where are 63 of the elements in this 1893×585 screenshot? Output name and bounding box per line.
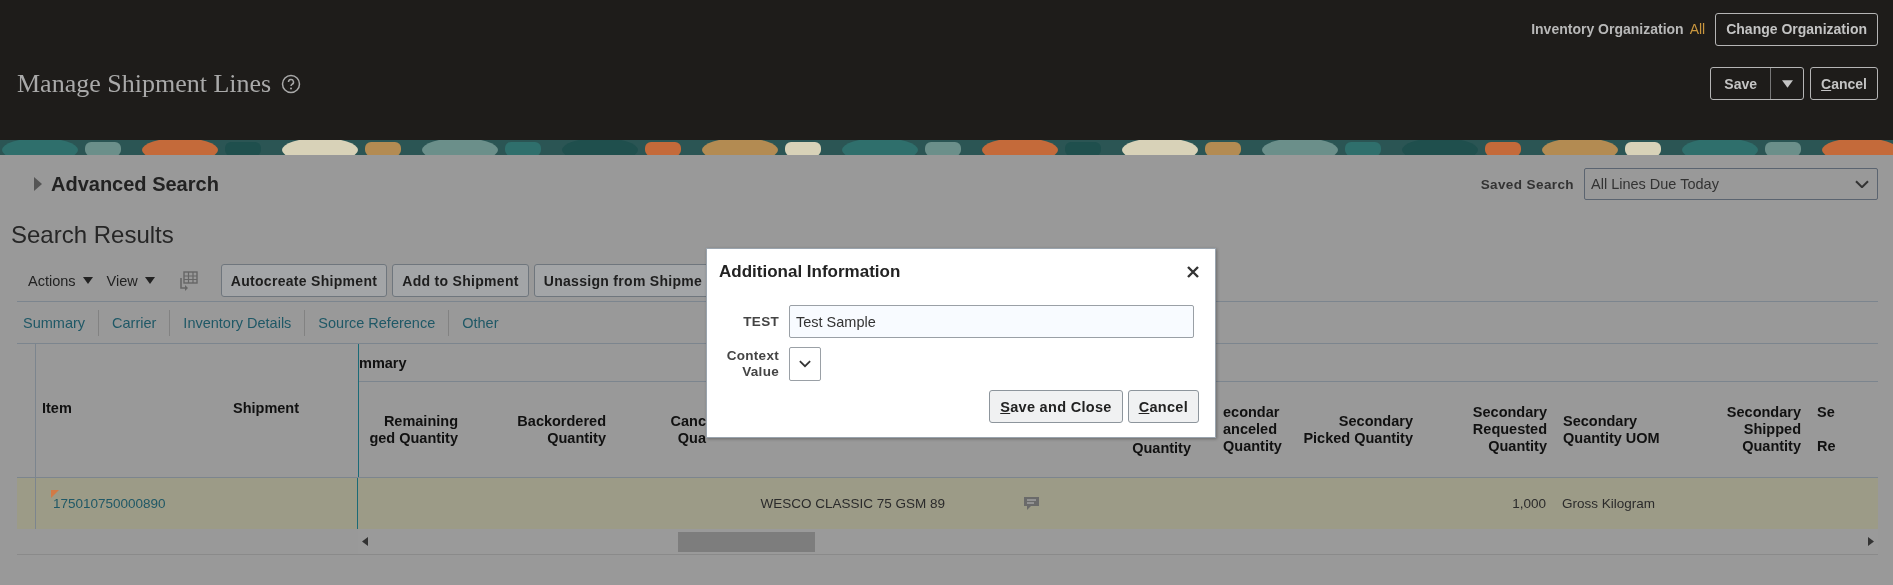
organization-label: Inventory Organization	[1531, 21, 1684, 37]
save-button[interactable]: Save	[1711, 68, 1772, 99]
cancel-button[interactable]: Cancel	[1810, 67, 1878, 100]
menu-button[interactable]: Actions	[28, 272, 93, 289]
table-cell: Gross Kilogram	[1562, 496, 1656, 511]
menu-button[interactable]: View	[106, 272, 155, 289]
disclosure-icon	[33, 176, 43, 192]
table-row[interactable]: 175010750000890 WESCO CLASSIC 75 GSM 89 1,000 Gross Kilogram	[17, 477, 1878, 529]
help-icon[interactable]	[281, 73, 302, 94]
chevron-down-icon	[799, 360, 811, 368]
column-header: Backordered	[517, 412, 606, 430]
field-label: Context Value	[725, 348, 779, 380]
column-header: Se	[1817, 404, 1835, 421]
toolbar-button[interactable]: Autocreate Shipment	[220, 264, 388, 297]
dialog-button[interactable]: Cancel	[1127, 390, 1199, 423]
chevron-down-icon	[1855, 179, 1869, 189]
field-label: TEST	[742, 313, 779, 330]
column-header: Re	[1817, 438, 1836, 455]
caret-icon	[144, 277, 155, 284]
column-header: Secondary	[1726, 404, 1801, 421]
toolbar-button[interactable]: Add to Shipment	[392, 264, 529, 297]
column-header: Canc	[670, 412, 706, 430]
column-header: Remaining	[383, 412, 458, 430]
caret-icon	[1781, 79, 1793, 88]
column-header: econdar	[1223, 404, 1280, 421]
column-header: Quantity	[1132, 440, 1191, 457]
column-header: Picked Quantity	[1303, 429, 1413, 447]
column-header: Requested	[1472, 421, 1547, 438]
change-organization-button[interactable]: Change Organization	[1715, 12, 1878, 46]
advanced-search-toggle[interactable]: Advanced Search	[33, 172, 219, 196]
scroll-left-icon[interactable]	[362, 537, 368, 546]
column-header: Quantity	[1742, 438, 1801, 455]
page-title: Manage Shipment Lines	[17, 68, 272, 99]
dialog-title: Additional Information	[719, 262, 901, 282]
column-header: Quantity	[547, 429, 606, 447]
column-header: Secondary	[1472, 404, 1547, 421]
column-group-header: mmary	[359, 354, 407, 371]
section-title: Search Results	[11, 221, 175, 250]
saved-search-select[interactable]: All Lines Due Today	[1584, 168, 1878, 200]
input-field[interactable]: Test Sample	[789, 305, 1194, 338]
column-header: ged Quantity	[369, 429, 458, 447]
column-header: Shipment	[232, 399, 301, 416]
saved-search-label: Saved Search	[1480, 176, 1574, 192]
scroll-right-icon[interactable]	[1868, 537, 1874, 546]
column-header: Item	[41, 399, 73, 416]
organization-value: All	[1689, 21, 1706, 37]
table-cell: WESCO CLASSIC 75 GSM 89	[760, 496, 945, 511]
column-header: Quantity	[1488, 438, 1547, 455]
caret-icon	[82, 277, 93, 284]
column-header: Quantity	[1223, 438, 1282, 455]
dialog-button[interactable]: Save and Close	[989, 390, 1123, 423]
scrollbar-thumb[interactable]	[678, 532, 815, 552]
table-cell: 1,000	[1512, 496, 1546, 511]
column-header: Secondary	[1563, 412, 1638, 430]
column-header: Secondary	[1338, 412, 1413, 430]
column-header: anceled	[1223, 421, 1277, 438]
close-icon	[1187, 266, 1199, 278]
column-header: Quantity UOM	[1563, 429, 1660, 447]
column-header: Shipped	[1743, 421, 1801, 438]
dropdown-field[interactable]	[789, 347, 821, 381]
column-header: Qua	[677, 429, 706, 447]
item-link[interactable]: 175010750000890	[52, 496, 166, 511]
close-button[interactable]	[1187, 266, 1199, 278]
